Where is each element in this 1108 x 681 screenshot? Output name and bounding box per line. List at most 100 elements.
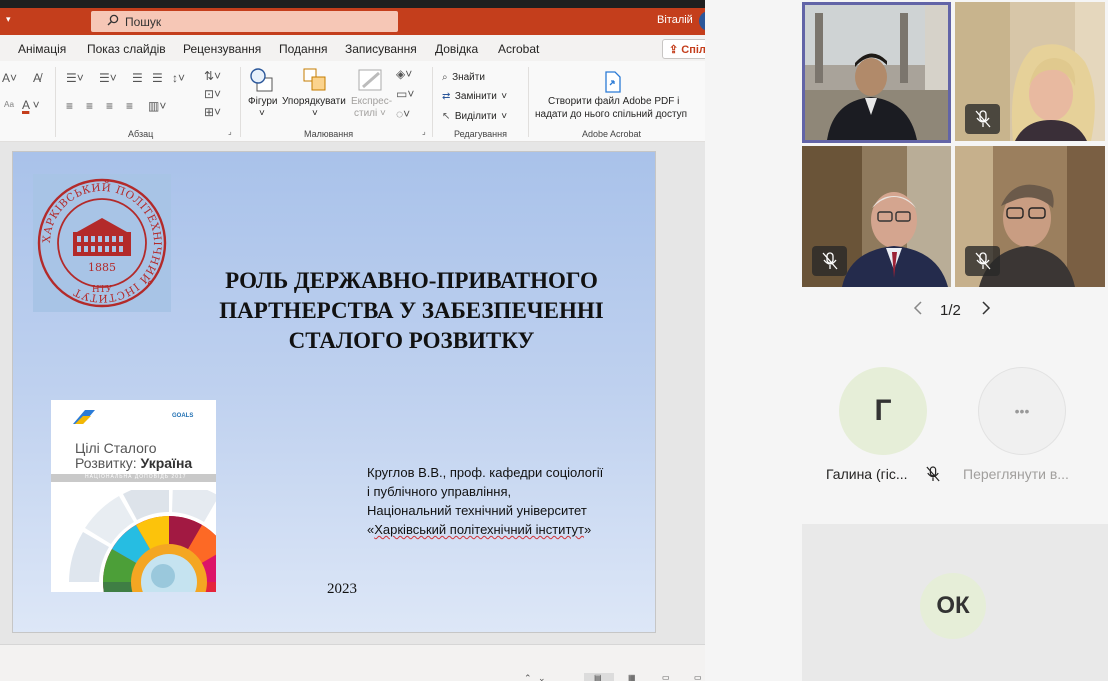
mic-off-icon — [926, 466, 940, 487]
numbering-icon[interactable]: ☰˅ — [99, 71, 117, 85]
undp-logo-icon — [73, 410, 95, 424]
arrange-label: Упорядкувати — [282, 96, 346, 107]
align-text-icon[interactable]: ⊡˅ — [204, 87, 221, 101]
replace-button[interactable]: ⇄ Замінити ˅ — [442, 86, 507, 104]
university-logo: ХАРКІВСЬКИЙ ПОЛІТЕХНІЧНИЙ ІНСТИТУТ 1885 … — [33, 174, 171, 312]
text-direction-icon[interactable]: ⇅˅ — [204, 69, 221, 83]
create-pdf-share-button[interactable]: Створити файл Adobe PDF і надати до ньог… — [532, 67, 702, 125]
find-icon: ⌕ — [442, 72, 448, 83]
quick-styles-dropdown-icon[interactable]: ˅ — [380, 108, 386, 119]
tab-acrobat[interactable]: Acrobat — [498, 42, 539, 56]
arrange-dropdown-icon[interactable]: ˅ — [312, 108, 318, 119]
meeting-participants-panel: 1/2 Г Галина (гіс... ••• Переглянути в..… — [705, 0, 1108, 681]
find-button[interactable]: ⌕ Знайти — [442, 67, 485, 85]
video-tile-speaker[interactable] — [802, 2, 951, 143]
acrobat-label-line1: Створити файл Adobe PDF і — [548, 96, 680, 107]
shapes-dropdown-icon[interactable]: ˅ — [259, 108, 265, 119]
quick-styles-button[interactable] — [357, 67, 385, 98]
share-icon: ⇪ — [669, 44, 679, 56]
arrange-button[interactable] — [302, 67, 328, 98]
align-left-icon[interactable]: ≡ — [66, 99, 73, 113]
smartart-icon[interactable]: ⊞˅ — [204, 105, 221, 119]
font-size-decrease-icon[interactable]: A˅ — [2, 71, 17, 85]
reading-view-icon[interactable]: ▭ — [662, 673, 670, 681]
slide-sorter-icon[interactable]: ▦ — [628, 673, 636, 681]
drawing-launcher-icon[interactable]: ⌟ — [422, 127, 426, 136]
quick-styles-icon — [358, 69, 382, 91]
ribbon-tabs: Анімація Показ слайдів Рецензування Пода… — [0, 35, 705, 61]
shape-fill-icon[interactable]: ◈˅ — [396, 67, 412, 81]
slide-title-line-3: СТАЛОГО РОЗВИТКУ — [288, 328, 535, 353]
video-tile-participant-2[interactable] — [955, 2, 1105, 141]
normal-view-button[interactable]: ▤ — [584, 673, 614, 681]
logo-year: 1885 — [88, 261, 116, 274]
tab-help[interactable]: Довідка — [435, 42, 478, 56]
justify-icon[interactable]: ≡ — [126, 99, 133, 113]
powerpoint-window: ▾ Пошук Віталій Анімація Показ слайдів Р… — [0, 0, 705, 681]
shape-effects-icon[interactable]: ◌˅ — [396, 107, 410, 121]
mic-muted-badge — [812, 246, 847, 276]
line-spacing-icon[interactable]: ↕˅ — [172, 71, 185, 85]
align-right-icon[interactable]: ≡ — [106, 99, 113, 113]
columns-icon[interactable]: ▥˅ — [148, 99, 166, 113]
select-button[interactable]: ↖ Виділити ˅ — [442, 106, 507, 124]
tab-review[interactable]: Рецензування — [183, 42, 261, 56]
previous-page-icon[interactable] — [913, 300, 923, 321]
font-color-icon[interactable]: A ˅ — [22, 98, 40, 112]
quick-access-dropdown[interactable]: ▾ — [6, 14, 11, 25]
notes-toggle-icon[interactable]: ⌃ — [524, 673, 532, 681]
ribbon-separator — [240, 67, 241, 137]
mic-muted-badge — [965, 104, 1000, 134]
logo-abbr: НТУ — [92, 285, 113, 295]
sdg-wheel-graphic — [69, 490, 216, 592]
tab-view[interactable]: Подання — [279, 42, 327, 56]
shapes-button[interactable] — [248, 67, 276, 98]
clear-format-icon[interactable]: A̸ — [33, 71, 41, 85]
view-more-button[interactable]: ••• — [978, 367, 1066, 455]
author-block: Круглов В.В., проф. кафедри соціології і… — [367, 463, 637, 539]
tab-recording[interactable]: Записування — [345, 42, 417, 56]
participant-name: Галина (гіс... — [826, 466, 908, 482]
text-shadow-icon[interactable]: ᴬᵃ — [4, 99, 14, 113]
user-name[interactable]: Віталій — [657, 14, 693, 26]
participant-tile-ok[interactable]: ОК — [802, 524, 1108, 681]
select-cursor-icon: ↖ — [442, 111, 451, 122]
participant-avatar-g[interactable]: Г — [839, 367, 927, 455]
tab-slide-show[interactable]: Показ слайдів — [87, 42, 166, 56]
share-button[interactable]: ⇪ Спіл — [662, 39, 705, 59]
tab-animation[interactable]: Анімація — [18, 42, 66, 56]
shape-outline-icon[interactable]: ▭˅ — [396, 87, 414, 101]
acrobat-group-label: Adobe Acrobat — [582, 129, 642, 139]
select-dropdown-icon: ˅ — [501, 111, 508, 122]
video-tile-participant-4[interactable] — [955, 146, 1105, 287]
book-title-line-2-b: Україна — [140, 455, 193, 471]
mic-off-icon — [822, 252, 838, 270]
slide-canvas[interactable]: ХАРКІВСЬКИЙ ПОЛІТЕХНІЧНИЙ ІНСТИТУТ 1885 … — [12, 151, 656, 633]
shapes-label: Фігури — [248, 96, 278, 107]
bullets-icon[interactable]: ☰˅ — [66, 71, 84, 85]
slideshow-view-icon[interactable]: ▭ — [694, 673, 702, 681]
drawing-group-label: Малювання — [304, 129, 354, 139]
search-box[interactable]: Пошук — [91, 11, 398, 32]
author-line-4-close: » — [584, 522, 592, 537]
increase-indent-icon[interactable]: ☰ — [152, 71, 163, 85]
align-center-icon[interactable]: ≡ — [86, 99, 93, 113]
decrease-indent-icon[interactable]: ☰ — [132, 71, 143, 85]
next-page-icon[interactable] — [981, 300, 991, 321]
quick-styles-label-1: Експрес- — [351, 96, 393, 107]
page-indicator: 1/2 — [940, 302, 961, 319]
sdg-goals-logo: GOALS — [172, 413, 194, 419]
title-bar: ▾ Пошук Віталій — [0, 8, 705, 35]
view-more-label[interactable]: Переглянути в... — [963, 466, 1069, 482]
paragraph-launcher-icon[interactable]: ⌟ — [228, 127, 232, 136]
comments-toggle-icon[interactable]: ⌄ — [538, 673, 546, 681]
author-line-4-text: Харківський політехнічний інститут — [374, 522, 584, 537]
video-tile-participant-3[interactable] — [802, 146, 951, 287]
book-title-line-1: Цілі Сталого — [75, 440, 157, 456]
pdf-share-icon — [605, 71, 621, 93]
share-label: Спіл — [681, 44, 705, 56]
search-placeholder: Пошук — [125, 14, 162, 29]
slide-year: 2023 — [327, 581, 357, 597]
quick-styles-label-2: стилі — [354, 108, 378, 119]
shapes-icon — [250, 68, 273, 92]
